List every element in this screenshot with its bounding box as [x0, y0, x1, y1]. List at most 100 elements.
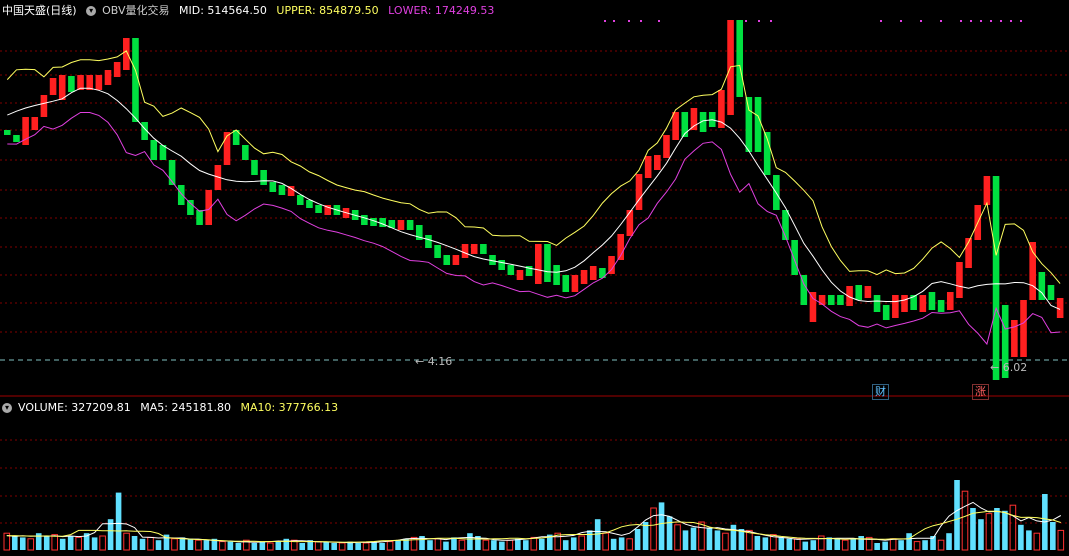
volume-bar-up [937, 539, 945, 551]
volume-bar-down [155, 540, 162, 550]
candle-down [406, 220, 414, 230]
volume-bar-down [283, 538, 290, 550]
signal-dot [990, 20, 992, 22]
volume-bar-down [499, 541, 505, 550]
volume-bar-up [434, 538, 442, 551]
signal-dot [1020, 20, 1022, 22]
volume-bar-down [235, 543, 242, 550]
volume-bar-down [443, 541, 449, 550]
lower-readout: LOWER: 174249.53 [388, 4, 495, 17]
signal-dot [628, 20, 630, 22]
volume-bar-down [978, 519, 984, 550]
volume-bar-up [602, 532, 609, 551]
candle-down [187, 200, 194, 215]
signal-dot [640, 20, 642, 22]
candle-down [68, 76, 75, 92]
signal-dot [604, 20, 606, 22]
volume-bar-up [626, 538, 633, 551]
indicator-name[interactable]: OBV量化交易 [102, 4, 169, 17]
signal-dot [758, 20, 760, 22]
signal-dot [960, 20, 962, 22]
candle-up [809, 292, 817, 322]
candle-up [589, 266, 597, 280]
volume-bar-down [275, 541, 282, 550]
candle-down [754, 97, 762, 152]
signal-dot [900, 20, 902, 22]
candle-down [827, 295, 835, 305]
volume-bar-down [1026, 530, 1032, 550]
volume-bar-down [515, 538, 521, 550]
upper-band-line [6, 50, 1061, 284]
candle-up [104, 70, 112, 85]
candle-up [535, 244, 542, 284]
candle-down [361, 215, 368, 225]
candle-up [580, 270, 588, 284]
chart-stage [0, 0, 1069, 553]
volume-bar-up [578, 535, 586, 551]
volume-bar-down [874, 543, 880, 550]
low-price-label: 4.16 [427, 355, 453, 368]
candle-down [306, 200, 313, 208]
candle-up [31, 117, 39, 130]
volume-bar-down [523, 540, 529, 550]
volume-bar-down [922, 540, 928, 550]
candle-down [791, 240, 798, 275]
candle-down [855, 285, 863, 300]
candle-down [13, 135, 20, 142]
candle-up [1020, 300, 1027, 357]
low-price-marker: ← 4.16 [415, 355, 453, 368]
volume-bar-up [51, 534, 58, 551]
volume-bar-down [618, 537, 625, 550]
volume-bar-up [267, 542, 274, 551]
candle-up [571, 275, 579, 292]
candle-down [296, 195, 304, 205]
volume-bar-up [794, 538, 801, 551]
volume-bar-down [570, 537, 577, 550]
stock-name: 中国天盛(日线) [2, 4, 77, 17]
volume-bar-down [946, 533, 952, 550]
collapse-icon[interactable]: ▾ [86, 6, 97, 16]
candle-up [461, 244, 469, 258]
volume-bar-up [913, 541, 921, 551]
volume-bar-up [1057, 529, 1065, 551]
candle-up [49, 78, 57, 95]
candle-down [553, 265, 560, 285]
candle-up [40, 95, 48, 117]
volume-bar-up [985, 513, 993, 551]
candle-down [425, 235, 432, 248]
upper-readout: UPPER: 854879.50 [276, 4, 379, 17]
candle-up [901, 295, 908, 312]
candle-up [123, 38, 130, 70]
volume-bar-down [682, 530, 689, 550]
volume-bar-down [139, 538, 146, 550]
finance-tag[interactable]: 财 [872, 384, 889, 400]
volume-bar-down [1002, 510, 1008, 550]
volume-bar-down [491, 540, 497, 550]
signal-dot [770, 20, 772, 22]
volume-bar-down [754, 536, 761, 550]
candle-down [242, 145, 249, 160]
collapse-icon[interactable]: ▾ [2, 403, 12, 413]
candle-up [470, 244, 478, 254]
volume-bar-up [722, 532, 729, 551]
candle-down [882, 305, 890, 320]
volume-bar-down [467, 533, 473, 550]
candle-down [544, 244, 551, 282]
signal-dot [940, 20, 942, 22]
candle-up [864, 286, 872, 298]
candle-up [644, 156, 652, 178]
candle-up [635, 174, 643, 210]
mid-readout: MID: 514564.50 [179, 4, 267, 17]
rise-tag[interactable]: 涨 [972, 384, 989, 400]
volume-bar-down [762, 537, 769, 550]
volume-bar-down [67, 536, 74, 550]
volume-bar-up [147, 536, 154, 551]
signal-dot [658, 20, 660, 22]
volume-bar-down [778, 537, 785, 550]
volume-bar-up [889, 538, 897, 551]
volume-bar-down [299, 543, 306, 550]
candle-up [946, 292, 954, 310]
candle-down [177, 185, 185, 205]
volume-bar-down [634, 529, 641, 550]
volume-bar-down [826, 537, 833, 550]
